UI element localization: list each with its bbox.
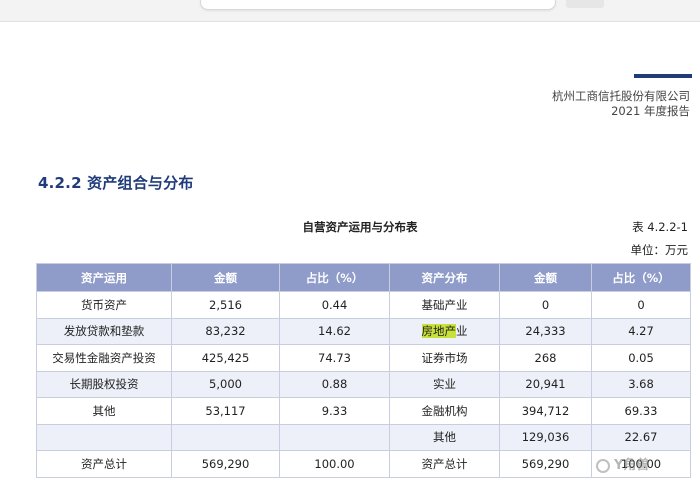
asset-distribution-table: 资产运用 金额 占比（%） 资产分布 金额 占比（%） 货币资产 2,516 0… <box>36 263 691 478</box>
cell-percent <box>279 423 390 451</box>
cell-asset-use <box>36 423 172 451</box>
column-header: 金额 <box>499 263 592 292</box>
cell-amount: 20,941 <box>499 370 592 398</box>
cell-percent: 4.27 <box>591 317 691 345</box>
cell-percent: 0.88 <box>279 370 390 398</box>
column-header: 占比（%） <box>279 263 390 292</box>
cell-percent: 3.68 <box>591 370 691 398</box>
cell-asset-use: 交易性金融资产投资 <box>36 344 172 372</box>
column-header: 资产运用 <box>36 263 172 292</box>
address-bar[interactable] <box>200 0 556 10</box>
column-header: 资产分布 <box>389 263 500 292</box>
report-title: 2021 年度报告 <box>611 104 690 118</box>
column-header: 占比（%） <box>591 263 691 292</box>
cell-amount: 569,290 <box>171 450 280 478</box>
table-row: 长期股权投资 5,000 0.88 实业 20,941 3.68 <box>36 370 691 398</box>
cell-asset-distribution: 证券市场 <box>389 344 500 372</box>
cell-asset-distribution: 其他 <box>389 423 500 451</box>
cell-asset-use: 货币资产 <box>36 291 172 319</box>
cell-percent: 69.33 <box>591 397 691 425</box>
cell-percent: 0.05 <box>591 344 691 372</box>
cell-amount: 569,290 <box>499 450 592 478</box>
table-row: 其他 53,117 9.33 金融机构 394,712 69.33 <box>36 397 691 425</box>
cell-amount: 53,117 <box>171 397 280 425</box>
cell-amount: 5,000 <box>171 370 280 398</box>
cell-amount: 129,036 <box>499 423 592 451</box>
company-name: 杭州工商信托股份有限公司 <box>552 89 690 103</box>
cell-percent: 0.44 <box>279 291 390 319</box>
cell-amount: 268 <box>499 344 592 372</box>
cell-asset-distribution: 金融机构 <box>389 397 500 425</box>
cell-amount: 24,333 <box>499 317 592 345</box>
section-heading: 4.2.2 资产组合与分布 <box>38 174 194 192</box>
header-accent-bar <box>634 74 692 78</box>
browser-chrome <box>0 0 700 22</box>
cell-percent: 14.62 <box>279 317 390 345</box>
cell-amount: 425,425 <box>171 344 280 372</box>
cell-percent: 100.00 <box>279 450 390 478</box>
table-header-row: 资产运用 金额 占比（%） 资产分布 金额 占比（%） <box>36 263 691 292</box>
text-highlight: 房地产 <box>421 324 456 339</box>
watermark-text: Y角兽 <box>614 458 650 473</box>
cell-asset-distribution: 房地产业 <box>389 317 500 345</box>
cell-percent: 22.67 <box>591 423 691 451</box>
text-remainder: 业 <box>456 324 468 339</box>
cell-percent: 9.33 <box>279 397 390 425</box>
table-title: 自营资产运用与分布表 <box>302 220 418 234</box>
table-row: 货币资产 2,516 0.44 基础产业 0 0 <box>36 291 691 319</box>
cell-asset-distribution: 基础产业 <box>389 291 500 319</box>
toolbar-button[interactable] <box>566 0 604 8</box>
cell-percent: 0 <box>591 291 691 319</box>
table-number: 表 4.2.2-1 <box>632 220 688 234</box>
cell-asset-distribution: 实业 <box>389 370 500 398</box>
table-row: 发放贷款和垫款 83,232 14.62 房地产业 24,333 4.27 <box>36 317 691 345</box>
watermark: Y角兽 <box>596 454 649 473</box>
cell-amount: 394,712 <box>499 397 592 425</box>
cell-asset-use: 资产总计 <box>36 450 172 478</box>
table-total-row: 资产总计 569,290 100.00 资产总计 569,290 100.00 <box>36 450 691 478</box>
cell-asset-use: 发放贷款和垫款 <box>36 317 172 345</box>
cell-amount: 0 <box>499 291 592 319</box>
watermark-logo-icon <box>596 458 610 473</box>
table-row: 其他 129,036 22.67 <box>36 423 691 451</box>
cell-amount: 83,232 <box>171 317 280 345</box>
column-header: 金额 <box>171 263 280 292</box>
cell-percent: 74.73 <box>279 344 390 372</box>
table-row: 交易性金融资产投资 425,425 74.73 证券市场 268 0.05 <box>36 344 691 372</box>
cell-amount <box>171 423 280 451</box>
table-unit: 单位：万元 <box>630 243 689 257</box>
cell-asset-use: 其他 <box>36 397 172 425</box>
cell-asset-distribution: 资产总计 <box>389 450 500 478</box>
cell-amount: 2,516 <box>171 291 280 319</box>
cell-asset-use: 长期股权投资 <box>36 370 172 398</box>
